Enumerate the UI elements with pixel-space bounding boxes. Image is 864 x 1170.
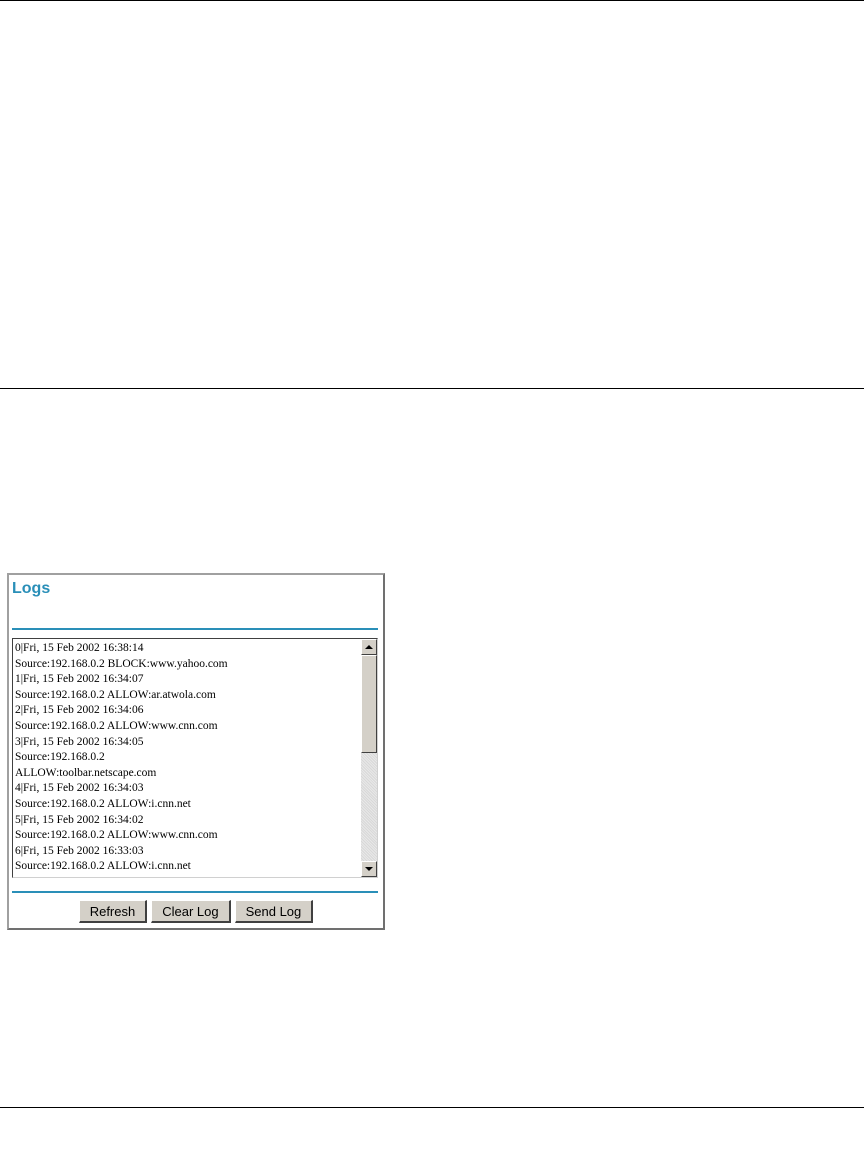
log-content: 0|Fri, 15 Feb 2002 16:38:14 Source:192.1…: [15, 642, 228, 873]
page-bottom-rule: [0, 1107, 864, 1108]
scrollbar-thumb[interactable]: [361, 655, 377, 753]
section-divider: [0, 388, 864, 389]
log-scrollbar[interactable]: [361, 639, 377, 877]
send-log-button[interactable]: Send Log: [234, 900, 314, 923]
logs-panel: Logs 0|Fri, 15 Feb 2002 16:38:14 Source:…: [7, 573, 385, 930]
page-top-rule: [0, 0, 864, 1]
scroll-down-arrow-icon[interactable]: [361, 861, 377, 877]
scroll-up-arrow-icon[interactable]: [361, 639, 377, 655]
button-row: Refresh Clear Log Send Log: [9, 900, 383, 923]
buttons-divider: [12, 891, 378, 893]
clear-log-button[interactable]: Clear Log: [151, 900, 231, 923]
log-textarea[interactable]: 0|Fri, 15 Feb 2002 16:38:14 Source:192.1…: [12, 638, 378, 878]
refresh-button[interactable]: Refresh: [78, 900, 148, 923]
panel-title: Logs: [12, 580, 51, 597]
title-divider: [12, 628, 378, 630]
